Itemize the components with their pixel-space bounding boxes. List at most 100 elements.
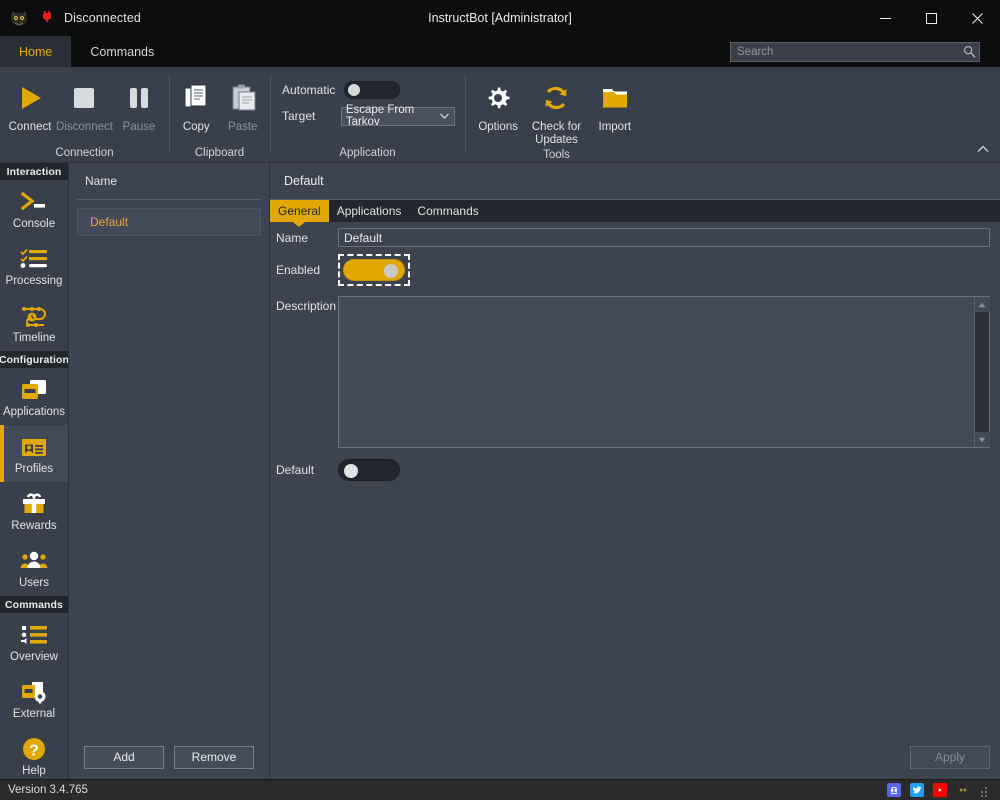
paste-button[interactable]: Paste <box>220 73 267 134</box>
description-scrollbar[interactable] <box>974 297 990 447</box>
remove-button[interactable]: Remove <box>174 745 254 769</box>
profiles-list: Default <box>69 200 269 735</box>
connection-status-label: Disconnected <box>64 11 141 25</box>
scroll-up-arrow-icon[interactable] <box>974 297 990 312</box>
external-gear-icon <box>19 677 49 707</box>
remove-button-label: Remove <box>191 750 237 764</box>
sidebar-item-rewards[interactable]: Rewards <box>0 482 68 539</box>
default-row: Default <box>276 459 990 481</box>
tab-commands[interactable]: Commands <box>409 200 486 222</box>
check-for-updates-label: Check for Updates <box>531 121 582 146</box>
enabled-toggle[interactable] <box>343 259 405 281</box>
discord-icon[interactable] <box>887 783 901 797</box>
target-dropdown[interactable]: Escape From Tarkov <box>340 104 455 128</box>
enabled-row: Enabled <box>276 254 990 286</box>
status-bar: Version 3.4.765 <box>0 779 1000 800</box>
console-prompt-icon <box>19 187 49 217</box>
sidebar-item-profiles[interactable]: Profiles <box>0 425 68 482</box>
ribbon-collapse-button[interactable] <box>974 140 992 158</box>
tab-general[interactable]: General <box>270 200 329 222</box>
youtube-icon[interactable] <box>933 783 947 797</box>
resize-grip-icon[interactable] <box>979 785 989 797</box>
description-field[interactable] <box>338 296 990 448</box>
timeline-icon <box>18 301 50 331</box>
instructbot-logo-icon[interactable] <box>956 783 970 797</box>
options-label: Options <box>478 121 518 133</box>
default-toggle[interactable] <box>338 459 400 481</box>
maximize-button[interactable] <box>908 0 954 36</box>
ribbon-tab-bar: Home Commands <box>0 36 1000 67</box>
automatic-row: Automatic <box>282 77 455 103</box>
search-icon[interactable] <box>959 45 979 58</box>
sidebar-item-applications-label: Applications <box>2 406 65 418</box>
sidebar-item-processing[interactable]: Processing <box>0 237 68 294</box>
description-label: Description <box>276 299 337 313</box>
sidebar-section-interaction-header: Interaction <box>0 163 68 180</box>
sidebar-item-profiles-label: Profiles <box>14 463 54 475</box>
sidebar-item-console-label: Console <box>12 218 56 230</box>
automatic-toggle[interactable] <box>344 81 400 99</box>
ribbon-group-clipboard-label: Clipboard <box>194 147 245 159</box>
search-box[interactable] <box>730 41 980 62</box>
pause-icon <box>123 77 155 119</box>
sidebar-item-external[interactable]: External <box>0 670 68 727</box>
minimize-button[interactable] <box>862 0 908 36</box>
detail-tab-bar: General Applications Commands <box>270 200 1000 222</box>
sidebar-item-help-label: Help <box>22 765 46 777</box>
add-button[interactable]: Add <box>84 745 164 769</box>
profile-card-icon <box>19 432 49 462</box>
chevron-down-icon <box>440 110 449 122</box>
check-for-updates-button[interactable]: Check for Updates <box>527 73 585 147</box>
twitter-icon[interactable] <box>910 783 924 797</box>
default-label: Default <box>276 463 315 477</box>
list-item[interactable]: Default <box>77 208 261 236</box>
ribbon-tab-home[interactable]: Home <box>0 36 72 67</box>
scroll-down-arrow-icon[interactable] <box>974 432 990 447</box>
name-input[interactable] <box>338 228 990 247</box>
sidebar-item-applications[interactable]: Applications <box>0 368 68 425</box>
close-button[interactable] <box>954 0 1000 36</box>
target-dropdown-value: Escape From Tarkov <box>345 104 415 128</box>
sidebar-section-configuration-header: Configuration <box>0 351 68 368</box>
enabled-label: Enabled <box>276 263 321 277</box>
enabled-toggle-knob <box>384 264 398 278</box>
apply-button[interactable]: Apply <box>910 745 990 769</box>
automatic-label: Automatic <box>282 83 336 97</box>
list-footer: Add Remove <box>69 735 269 779</box>
tab-commands-label: Commands <box>417 204 479 218</box>
sidebar-item-console[interactable]: Console <box>0 180 68 237</box>
ribbon-tab-commands[interactable]: Commands <box>71 36 173 67</box>
profiles-list-pane: Name Default Add Remove <box>69 163 270 779</box>
sidebar-item-help[interactable]: ? Help <box>0 727 68 779</box>
tab-applications[interactable]: Applications <box>329 200 410 222</box>
instructbot-logo-icon <box>8 7 30 29</box>
name-label: Name <box>276 231 309 245</box>
users-icon <box>19 546 49 576</box>
window-title: InstructBot [Administrator] <box>428 11 572 25</box>
connect-button[interactable]: Connect <box>4 73 56 134</box>
description-input[interactable] <box>339 297 974 447</box>
add-button-label: Add <box>113 750 135 764</box>
target-label: Target <box>282 109 316 123</box>
sidebar-item-overview[interactable]: Overview <box>0 613 68 670</box>
search-input[interactable] <box>731 45 959 58</box>
description-row: Description <box>276 296 990 448</box>
checklist-icon <box>19 244 49 274</box>
title-bar: Disconnected InstructBot [Administrator] <box>0 0 1000 36</box>
sidebar-item-rewards-label: Rewards <box>11 520 57 532</box>
import-button[interactable]: Import <box>586 73 644 134</box>
default-toggle-knob <box>344 464 358 478</box>
chevron-up-icon <box>977 140 989 158</box>
ribbon-group-tools-label: Tools <box>543 149 570 161</box>
sidebar-item-users[interactable]: Users <box>0 539 68 596</box>
copy-button[interactable]: Copy <box>173 73 220 134</box>
name-row: Name <box>276 228 990 247</box>
disconnect-button[interactable]: Disconnect <box>56 73 113 134</box>
ribbon-tab-commands-label: Commands <box>90 44 155 59</box>
window-controls <box>862 0 1000 36</box>
options-button[interactable]: Options <box>469 73 527 134</box>
sidebar-item-timeline[interactable]: Timeline <box>0 294 68 351</box>
pause-button[interactable]: Pause <box>113 73 165 134</box>
sidebar: Interaction Console Processing Timeline … <box>0 163 69 779</box>
list-column-header-name: Name <box>85 174 118 188</box>
